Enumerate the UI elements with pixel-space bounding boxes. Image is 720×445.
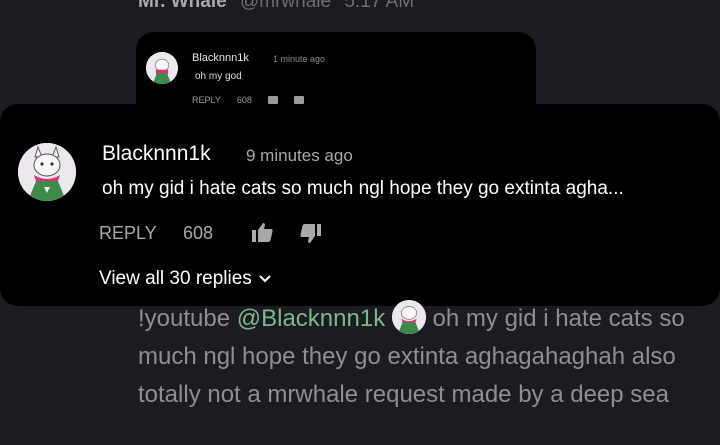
chat-timestamp: 5:17 AM <box>344 0 415 12</box>
comment-text: oh my gid i hate cats so much ngl hope t… <box>102 178 624 199</box>
bot-command: !youtube <box>138 305 237 332</box>
like-count: 608 <box>183 223 214 243</box>
thumbs-down-glyph <box>300 224 321 243</box>
avatar <box>146 52 178 84</box>
thumbs-down-icon[interactable] <box>299 221 323 245</box>
chat-message-body: !youtube @Blacknnn1k oh my gid i hate ca… <box>138 299 718 414</box>
user-mention[interactable]: @Blacknnn1k <box>237 305 385 332</box>
chevron-down-icon <box>259 275 271 283</box>
inline-avatar <box>391 299 426 334</box>
embedded-author-name: Blacknnn1k <box>192 52 249 64</box>
avatar-image <box>391 299 426 334</box>
avatar-image <box>18 143 76 201</box>
chat-author-handle: @mrwhale <box>239 0 332 12</box>
view-replies-button[interactable]: View all 30 replies <box>99 268 272 290</box>
avatar-image <box>146 52 178 84</box>
reply-button[interactable]: REPLY <box>99 223 157 244</box>
thumbs-up-glyph <box>252 223 273 242</box>
comment-card: Blacknnn1k 9 minutes ago oh my gid i hat… <box>0 104 720 306</box>
chat-author-name[interactable]: Mr. Whale <box>138 0 227 12</box>
embedded-comment-text: oh my god <box>195 71 242 82</box>
comment-author-name[interactable]: Blacknnn1k <box>102 142 211 166</box>
embedded-time-ago: 1 minute ago <box>273 54 326 64</box>
thumbs-up-icon[interactable] <box>250 221 274 245</box>
view-replies-label: View all 30 replies <box>99 268 252 289</box>
thumbs-up-icon[interactable] <box>267 96 278 104</box>
comment-time-ago[interactable]: 9 minutes ago <box>246 146 353 166</box>
chat-message-header: Mr. Whale @mrwhale 5:17 AM <box>138 0 414 13</box>
avatar[interactable] <box>18 143 76 201</box>
thumbs-down-icon[interactable] <box>293 96 304 104</box>
